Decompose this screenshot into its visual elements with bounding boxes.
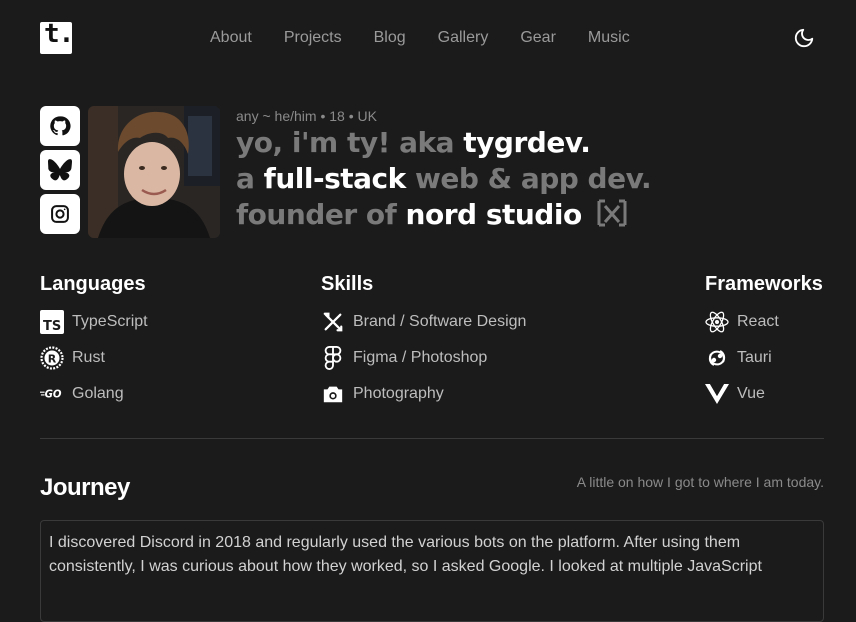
list-item: Brand / Software Design [321, 310, 526, 334]
nav-music[interactable]: Music [588, 28, 630, 48]
nord-logo-icon [595, 198, 629, 235]
list-item: Figma / Photoshop [321, 346, 526, 370]
tauri-icon [705, 346, 729, 370]
design-tools-icon [321, 310, 345, 334]
rust-icon: R [40, 346, 64, 370]
vue-icon [705, 382, 729, 406]
react-icon [705, 310, 729, 334]
github-icon[interactable] [40, 106, 80, 146]
list-item: Vue [705, 382, 779, 406]
svg-text:TS: TS [43, 319, 61, 334]
nav-gallery[interactable]: Gallery [438, 28, 489, 48]
frameworks-list: React Tauri Vue [705, 310, 779, 406]
main-nav: About Projects Blog Gallery Gear Music [210, 28, 630, 48]
avatar [88, 106, 220, 238]
typescript-icon: TS [40, 310, 64, 334]
hero-line-3: founder of nord studio [236, 198, 629, 235]
hero-company: nord studio [405, 198, 583, 231]
journey-title: Journey [40, 474, 130, 501]
figma-icon [321, 346, 345, 370]
journey-subtitle: A little on how I got to where I am toda… [576, 474, 824, 490]
list-item: GO Golang [40, 382, 148, 406]
hero-handle: tygrdev. [463, 126, 591, 159]
svg-text:GO: GO [45, 390, 62, 401]
camera-icon [321, 382, 345, 406]
nav-projects[interactable]: Projects [284, 28, 342, 48]
hero-line-2: a full-stack web & app dev. [236, 162, 652, 195]
profile-meta: any ~ he/him • 18 • UK [236, 108, 377, 124]
skills-title: Skills [321, 273, 374, 295]
list-item: R Rust [40, 346, 148, 370]
nav-about[interactable]: About [210, 28, 252, 48]
list-item: Tauri [705, 346, 779, 370]
skills-list: Brand / Software Design Figma / Photosho… [321, 310, 526, 406]
nav-gear[interactable]: Gear [520, 28, 556, 48]
moon-icon[interactable] [793, 27, 815, 49]
languages-list: TS TypeScript R Rust GO Golang [40, 310, 148, 406]
logo-text: t. [44, 19, 74, 49]
list-item: React [705, 310, 779, 334]
svg-text:R: R [48, 353, 57, 366]
list-item: TS TypeScript [40, 310, 148, 334]
journey-text: I discovered Discord in 2018 and regular… [40, 520, 824, 622]
hero-role: full-stack [263, 162, 407, 195]
languages-title: Languages [40, 273, 146, 295]
list-item: Photography [321, 382, 526, 406]
golang-icon: GO [40, 382, 64, 406]
hero-line-1: yo, i'm ty! aka tygrdev. [236, 126, 591, 159]
section-divider [40, 438, 824, 439]
nav-blog[interactable]: Blog [374, 28, 406, 48]
instagram-icon[interactable] [40, 194, 80, 234]
site-logo[interactable]: t. [40, 19, 74, 54]
frameworks-title: Frameworks [705, 273, 823, 295]
bluesky-icon[interactable] [40, 150, 80, 190]
